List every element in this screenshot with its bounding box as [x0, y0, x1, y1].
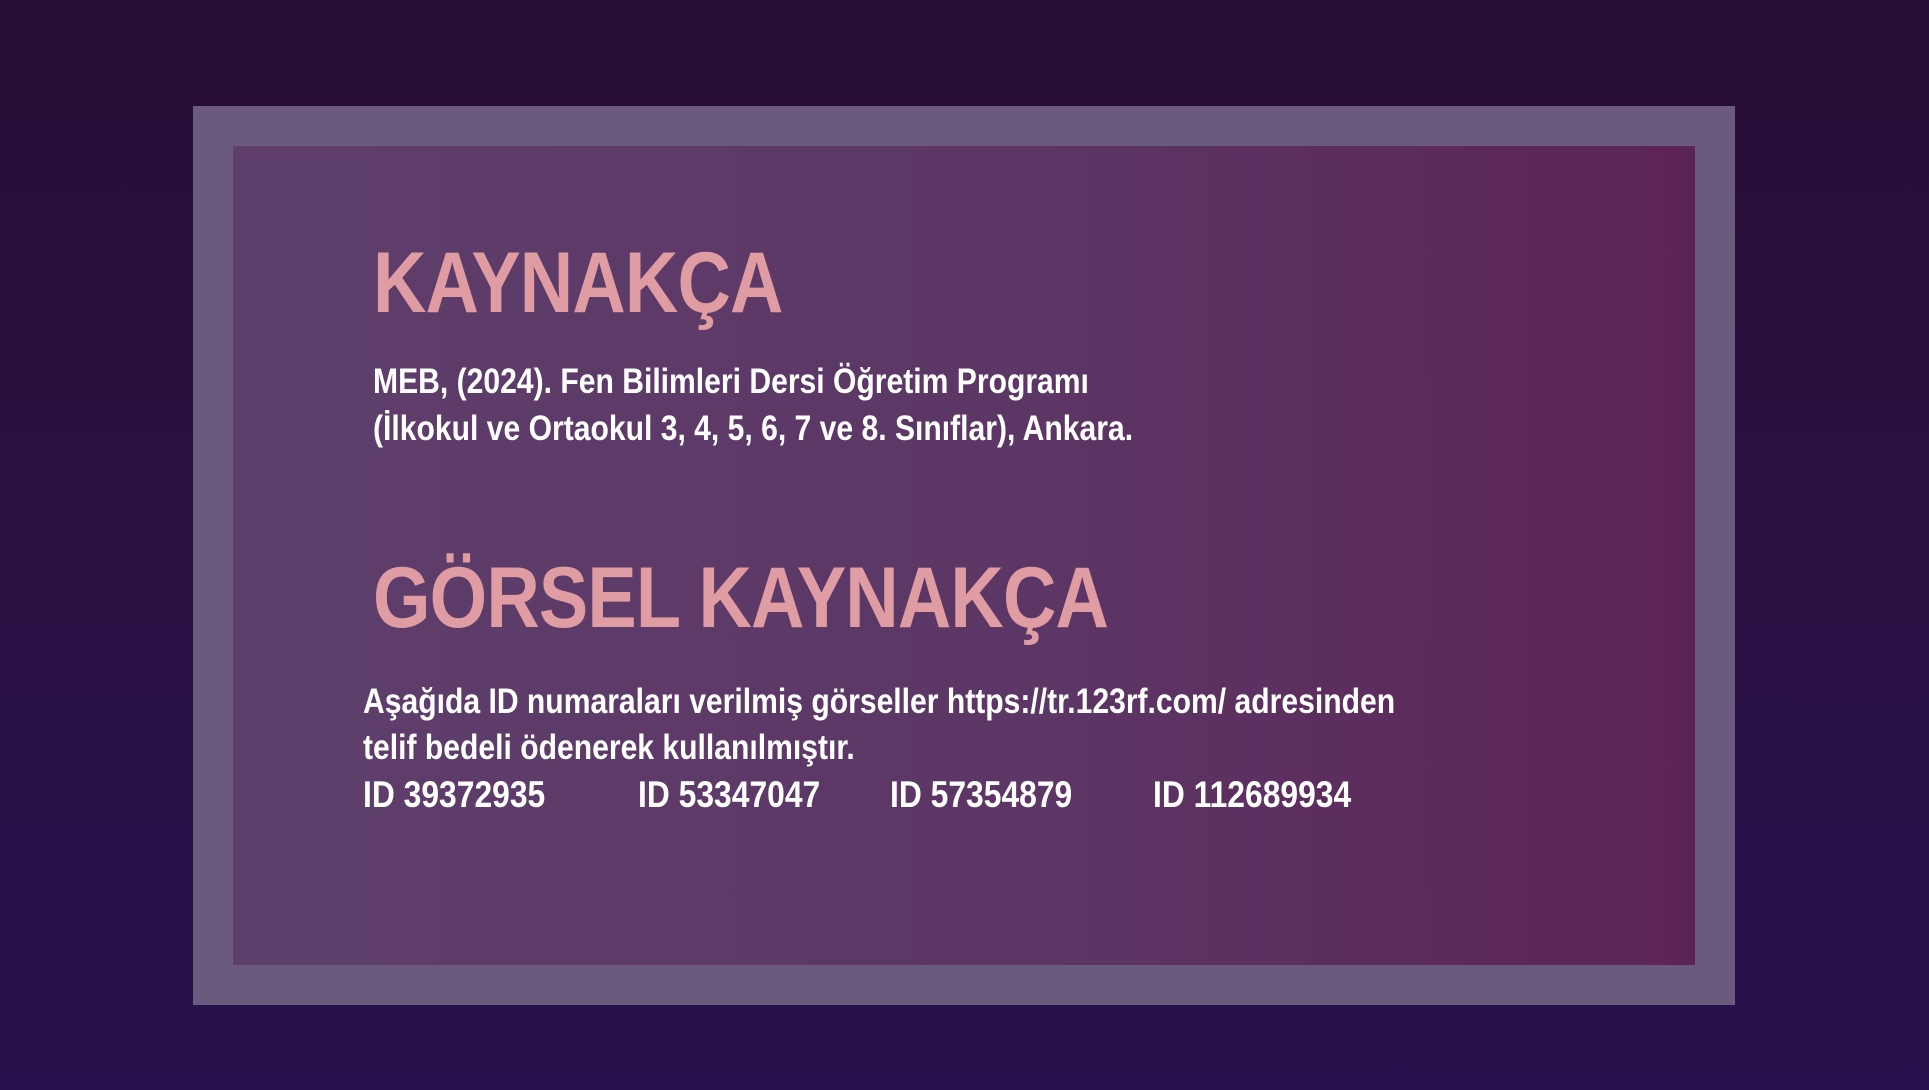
slide-frame: KAYNAKÇA MEB, (2024). Fen Bilimleri Ders… [193, 106, 1735, 1005]
reference-line-1: MEB, (2024). Fen Bilimleri Dersi Öğretim… [373, 362, 1089, 401]
image-id-3: ID 57354879 [890, 774, 1073, 815]
references-heading: KAYNAKÇA [373, 235, 783, 331]
reference-line-2: (İlkokul ve Ortaokul 3, 4, 5, 6, 7 ve 8.… [373, 409, 1134, 448]
image-id-2: ID 53347047 [638, 774, 821, 815]
visual-references-heading: GÖRSEL KAYNAKÇA [373, 550, 1109, 646]
visual-note-line-2: telif bedeli ödenerek kullanılmıştır. [363, 728, 855, 767]
content-panel: KAYNAKÇA MEB, (2024). Fen Bilimleri Ders… [233, 146, 1695, 965]
image-id-1: ID 39372935 [363, 774, 546, 815]
image-id-4: ID 112689934 [1153, 774, 1352, 815]
visual-note-line-1: Aşağıda ID numaraları verilmiş görseller… [363, 682, 1396, 721]
